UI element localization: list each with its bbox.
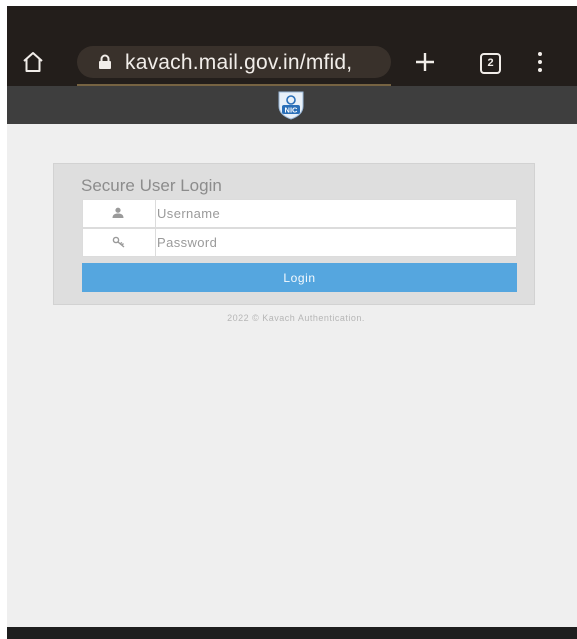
login-panel: Secure User Login Login	[53, 163, 535, 305]
password-addon	[83, 229, 156, 256]
screen: kavach.mail.gov.in/mfid, 2 NIC Secure Us…	[7, 6, 577, 639]
browser-toolbar: kavach.mail.gov.in/mfid, 2	[7, 6, 577, 86]
login-title: Secure User Login	[81, 176, 222, 195]
key-icon	[112, 236, 125, 248]
navigation-bar	[7, 627, 577, 639]
home-icon[interactable]	[21, 50, 45, 74]
password-input[interactable]	[157, 229, 507, 256]
footer-copyright: 2022 © Kavach Authentication.	[227, 313, 365, 323]
lock-icon	[99, 54, 111, 69]
username-addon	[83, 200, 156, 227]
more-vert-icon[interactable]	[536, 52, 544, 74]
password-field	[82, 228, 517, 257]
user-icon	[112, 207, 124, 218]
username-field	[82, 199, 517, 228]
tab-switcher-button[interactable]: 2	[480, 53, 501, 74]
plus-icon[interactable]	[413, 50, 437, 74]
tab-count-label: 2	[487, 57, 494, 69]
address-bar[interactable]: kavach.mail.gov.in/mfid,	[77, 46, 391, 86]
site-header: NIC	[7, 86, 577, 124]
username-input[interactable]	[157, 200, 507, 227]
nic-shield-icon: NIC	[278, 91, 304, 120]
nic-logo-text: NIC	[285, 106, 299, 115]
url-text: kavach.mail.gov.in/mfid,	[125, 51, 353, 74]
login-button[interactable]: Login	[82, 263, 517, 292]
